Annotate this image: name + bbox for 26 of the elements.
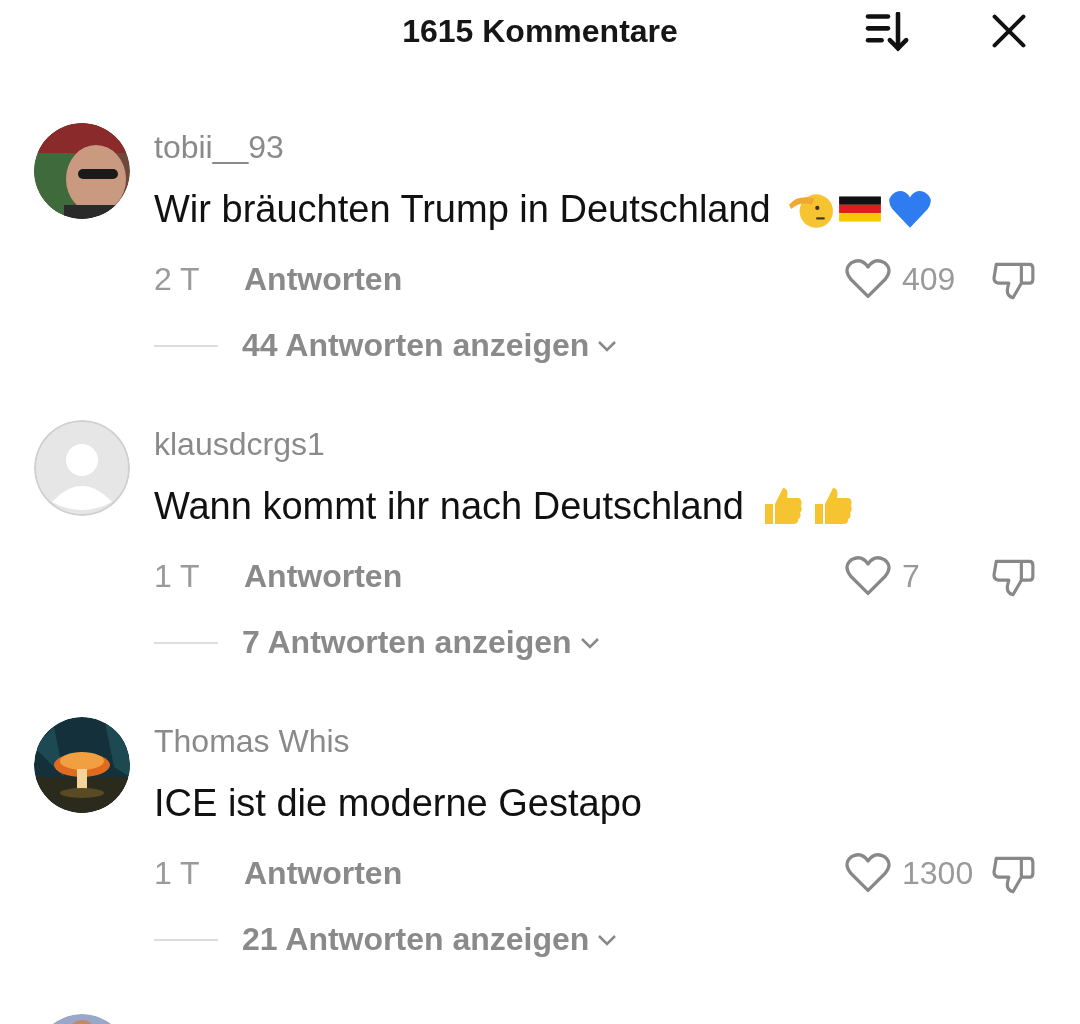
- username[interactable]: klausdcrgs1: [154, 426, 1036, 462]
- view-replies-link[interactable]: 7 Antworten anzeigen: [242, 624, 572, 661]
- comment-text: ICE ist die moderne Gestapo: [154, 781, 642, 825]
- username[interactable]: tobii__93: [154, 129, 1036, 165]
- chevron-down-icon[interactable]: [579, 636, 600, 649]
- close-icon[interactable]: [991, 13, 1027, 49]
- like-count: 7: [902, 557, 921, 595]
- comment-age: 1 T: [154, 557, 201, 595]
- view-replies-link[interactable]: 21 Antworten anzeigen: [242, 921, 590, 958]
- like-icon[interactable]: [844, 554, 892, 598]
- comment-age: 2 T: [154, 260, 201, 298]
- reply-button[interactable]: Antworten: [244, 854, 403, 892]
- like-icon[interactable]: [844, 851, 892, 895]
- reply-button[interactable]: Antworten: [244, 260, 403, 298]
- view-replies-link[interactable]: 44 Antworten anzeigen: [242, 327, 590, 364]
- comment-age: 1 T: [154, 854, 201, 892]
- username[interactable]: Thomas Whis: [154, 723, 1036, 759]
- comment-text: Wir bräuchten Trump in Deutschland: [154, 187, 771, 231]
- chevron-down-icon[interactable]: [597, 339, 618, 352]
- chevron-down-icon[interactable]: [597, 933, 618, 946]
- like-count: 409: [902, 260, 957, 298]
- reply-button[interactable]: Antworten: [244, 557, 403, 595]
- like-count: 1300: [902, 854, 975, 892]
- comments-title: 1615 Kommentare: [402, 12, 678, 50]
- like-icon[interactable]: [844, 257, 892, 301]
- comment-text: Wann kommt ihr nach Deutschland: [154, 484, 744, 528]
